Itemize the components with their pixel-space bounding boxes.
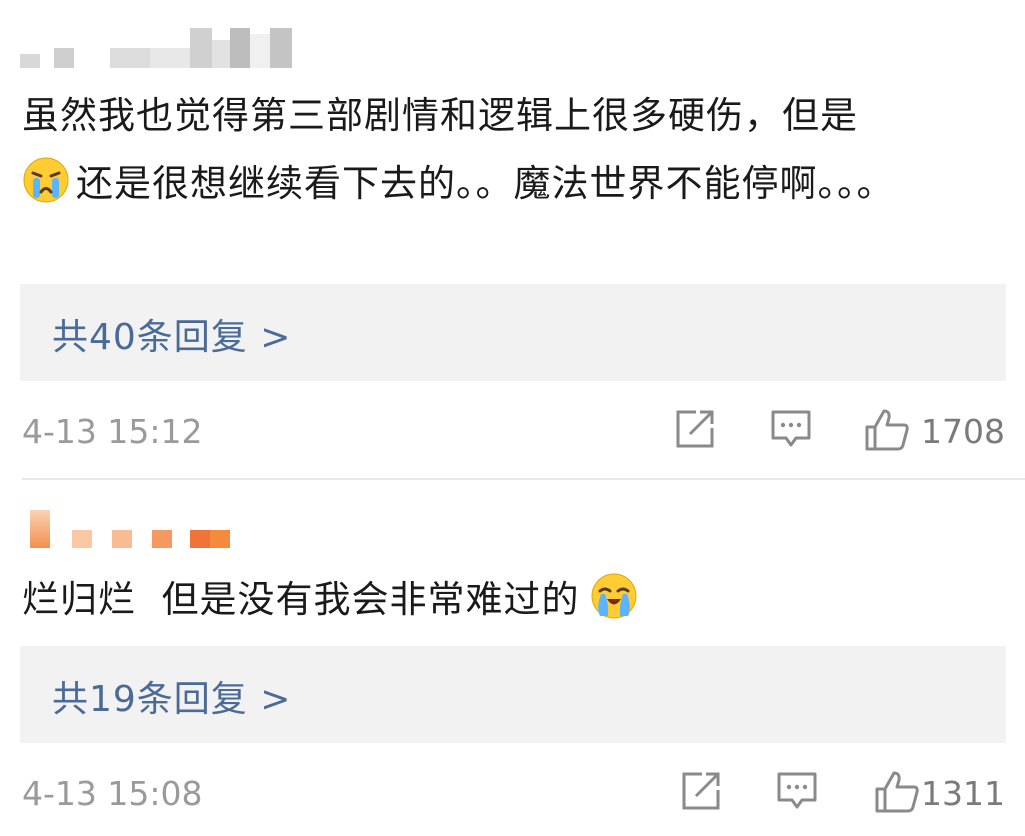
like-count: 1708 — [921, 412, 1005, 451]
username-blurred[interactable] — [20, 28, 292, 68]
comment-text-main: 烂归烂 但是没有我会非常难过的 — [22, 578, 580, 621]
comment-text: 烂归烂 但是没有我会非常难过的 — [22, 566, 997, 634]
comment-meta: 4-13 15:12 1708 — [22, 408, 1005, 458]
like-count: 1311 — [921, 774, 1005, 813]
crying-face-icon — [591, 573, 637, 619]
comment-icon[interactable] — [770, 408, 812, 450]
replies-link[interactable]: 共19条回复 > — [20, 646, 1006, 743]
comment-item: 烂归烂 但是没有我会非常难过的 共19条回复 > 4-13 15:08 1311 — [0, 480, 1025, 836]
timestamp: 4-13 15:08 — [22, 774, 203, 813]
share-icon[interactable] — [674, 408, 716, 450]
username-blurred[interactable] — [30, 510, 230, 548]
comment-item: 虽然我也觉得第三部剧情和逻辑上很多硬伤，但是 还是很想继续看下去的。。魔法世界不… — [0, 0, 1025, 478]
timestamp: 4-13 15:12 — [22, 412, 203, 451]
like-icon[interactable] — [864, 408, 910, 452]
replies-label[interactable]: 共40条回复 > — [52, 308, 291, 360]
comment-text-part1: 虽然我也觉得第三部剧情和逻辑上很多硬伤，但是 — [22, 94, 858, 137]
comment-text: 虽然我也觉得第三部剧情和逻辑上很多硬伤，但是 还是很想继续看下去的。。魔法世界不… — [22, 82, 997, 218]
comment-meta: 4-13 15:08 1311 — [22, 770, 1005, 820]
comment-icon[interactable] — [776, 770, 818, 812]
crying-face-icon — [23, 157, 69, 203]
comment-text-part2: 还是很想继续看下去的。。魔法世界不能停啊。。。 — [76, 162, 895, 205]
like-icon[interactable] — [874, 770, 920, 814]
share-icon[interactable] — [680, 770, 722, 812]
replies-label[interactable]: 共19条回复 > — [52, 670, 291, 722]
replies-link[interactable]: 共40条回复 > — [20, 284, 1006, 381]
